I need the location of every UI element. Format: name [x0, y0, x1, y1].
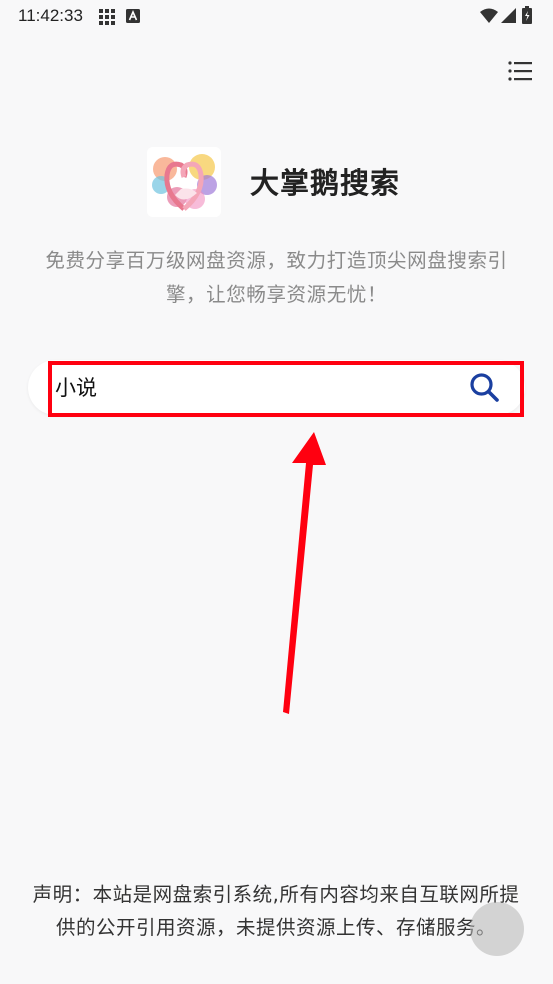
footer-disclaimer: 声明：本站是网盘索引系统,所有内容均来自互联网所提供的公开引用资源，未提供资源上…: [32, 883, 520, 939]
annotation-arrow: [283, 432, 326, 714]
floating-action-button[interactable]: [470, 902, 524, 956]
